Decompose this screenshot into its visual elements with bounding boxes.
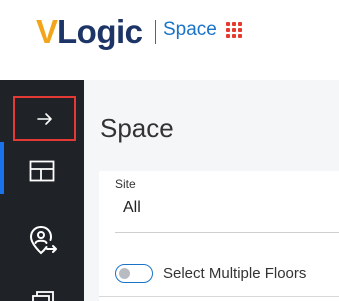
header-divider bbox=[155, 20, 156, 44]
expand-sidebar-button[interactable] bbox=[13, 96, 76, 141]
logo-text: Logic bbox=[57, 13, 143, 50]
site-label: Site bbox=[115, 177, 136, 191]
product-name: Space bbox=[163, 19, 217, 40]
vlogic-logo: V Logic bbox=[36, 13, 143, 50]
main-content: Space Site All Select Multiple Floors bbox=[84, 80, 339, 301]
app-grid-icon[interactable] bbox=[226, 22, 244, 40]
site-select[interactable]: All bbox=[123, 199, 141, 217]
site-select-underline bbox=[115, 232, 339, 233]
person-location-icon bbox=[29, 226, 57, 255]
active-indicator bbox=[0, 142, 4, 194]
top-bar: V Logic Space bbox=[0, 0, 339, 80]
toggle-knob bbox=[119, 268, 130, 279]
panel-divider bbox=[99, 296, 339, 297]
page-title: Space bbox=[100, 113, 174, 143]
sidebar-item-floor-plan[interactable] bbox=[26, 156, 58, 186]
multiple-floors-label: Select Multiple Floors bbox=[163, 265, 307, 282]
logo-v: V bbox=[36, 13, 58, 50]
floor-plan-icon bbox=[29, 160, 55, 182]
sidebar-item-people[interactable] bbox=[26, 223, 60, 259]
sidebar-item-more[interactable] bbox=[30, 288, 58, 301]
stack-icon bbox=[32, 291, 54, 301]
arrow-right-icon bbox=[36, 112, 52, 125]
multiple-floors-toggle[interactable] bbox=[115, 264, 153, 283]
sidebar bbox=[0, 80, 84, 301]
filter-panel: Site All Select Multiple Floors bbox=[99, 171, 339, 301]
